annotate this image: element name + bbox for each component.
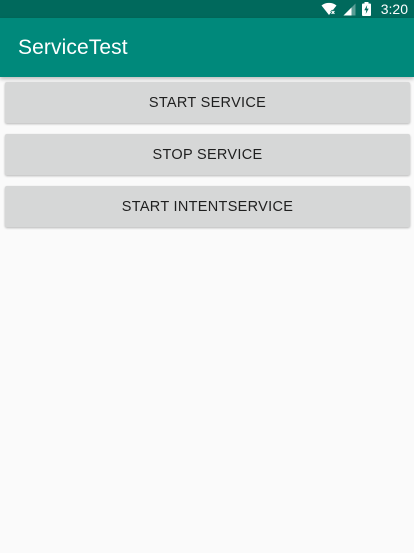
start-service-button[interactable]: START SERVICE: [5, 82, 410, 123]
wifi-off-icon: [321, 2, 337, 16]
right-gutter: [414, 0, 420, 553]
signal-icon: [343, 3, 356, 16]
status-icons: 3:20: [321, 0, 408, 18]
start-intentservice-button[interactable]: START INTENTSERVICE: [5, 186, 410, 227]
app-bar: ServiceTest: [0, 18, 414, 77]
status-time: 3:20: [380, 1, 408, 17]
status-bar: 3:20: [0, 0, 414, 18]
app-screen: 3:20 ServiceTest START SERVICE STOP SERV…: [0, 0, 414, 553]
app-title: ServiceTest: [18, 35, 128, 59]
battery-charging-icon: [361, 2, 371, 16]
button-list: START SERVICE STOP SERVICE START INTENTS…: [0, 82, 414, 227]
stop-service-button[interactable]: STOP SERVICE: [5, 134, 410, 175]
